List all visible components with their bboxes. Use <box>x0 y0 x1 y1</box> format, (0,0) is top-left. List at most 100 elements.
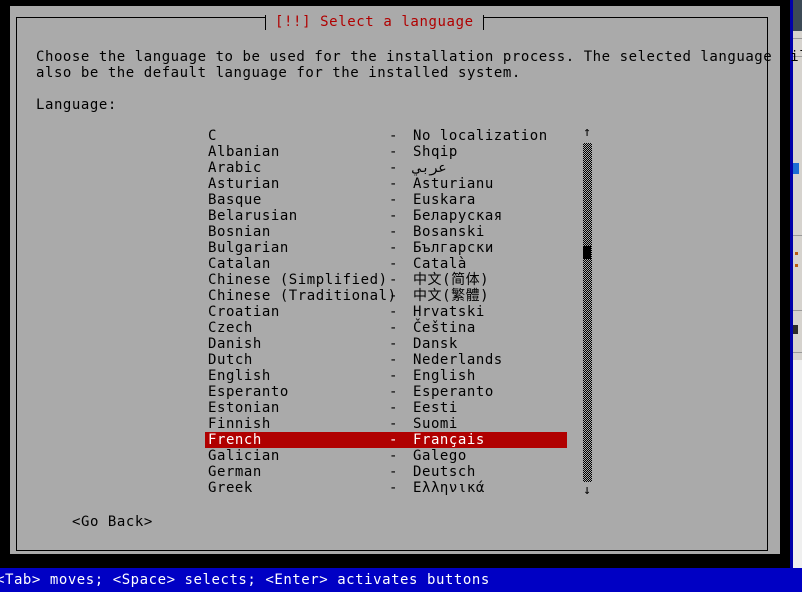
language-name: Bosnian <box>208 224 271 240</box>
scrollbar-thumb[interactable] <box>583 246 591 259</box>
status-bar: <Tab> moves; <Space> selects; <Enter> ac… <box>0 568 802 592</box>
language-name: French <box>208 432 262 448</box>
scroll-down-arrow-icon[interactable]: ↓ <box>580 484 594 498</box>
language-list-item[interactable]: Danish - Dansk <box>205 336 567 352</box>
language-native-name: Asturianu <box>413 176 494 192</box>
go-back-button[interactable]: <Go Back> <box>72 514 153 530</box>
background-window-rule <box>793 38 802 39</box>
language-separator: - <box>389 432 398 448</box>
language-list-item[interactable]: Esperanto - Esperanto <box>205 384 567 400</box>
language-separator: - <box>389 384 398 400</box>
language-list-item[interactable]: Belarusian - Беларуская <box>205 208 567 224</box>
language-native-name: Galego <box>413 448 467 464</box>
scrollbar-track[interactable] <box>583 143 592 482</box>
language-list-item[interactable]: C - No localization <box>205 128 567 144</box>
language-list-item[interactable]: Albanian - Shqip <box>205 144 567 160</box>
language-native-name: Català <box>413 256 467 272</box>
background-window-marker <box>795 264 798 267</box>
language-separator: - <box>389 480 398 496</box>
background-window-marker <box>795 252 798 255</box>
language-native-name: 中文(繁體) <box>413 288 490 304</box>
language-native-name: Български <box>413 240 494 256</box>
language-list-item[interactable]: Asturian - Asturianu <box>205 176 567 192</box>
language-native-name: No localization <box>413 128 548 144</box>
language-name: Estonian <box>208 400 280 416</box>
language-list-item[interactable]: French - Français <box>205 432 567 448</box>
language-separator: - <box>389 272 398 288</box>
language-native-name: Nederlands <box>413 352 503 368</box>
language-native-name: Беларуская <box>413 208 503 224</box>
language-list-item[interactable]: Basque - Euskara <box>205 192 567 208</box>
language-name: Croatian <box>208 304 280 320</box>
language-name: Albanian <box>208 144 280 160</box>
language-list-item[interactable]: Finnish - Suomi <box>205 416 567 432</box>
background-window-sliver[interactable] <box>793 0 802 592</box>
page-title: [!!] Select a language <box>275 14 474 30</box>
desktop-background: [!!] Select a language Choose the langua… <box>0 0 802 592</box>
language-name: Dutch <box>208 352 253 368</box>
language-list-item[interactable]: Bosnian - Bosanski <box>205 224 567 240</box>
language-separator: - <box>389 464 398 480</box>
language-native-name: Deutsch <box>413 464 476 480</box>
language-list-item[interactable]: Croatian - Hrvatski <box>205 304 567 320</box>
language-list-item[interactable]: Czech - Čeština <box>205 320 567 336</box>
language-list-scrollbar[interactable]: ↑ ↓ <box>580 126 594 498</box>
language-list-item[interactable]: Galician - Galego <box>205 448 567 464</box>
language-list-item[interactable]: Estonian - Eesti <box>205 400 567 416</box>
language-list-item[interactable]: Chinese (Traditional) - 中文(繁體) <box>205 288 567 304</box>
language-native-name: Shqip <box>413 144 458 160</box>
language-separator: - <box>389 336 398 352</box>
language-native-name: Français <box>413 432 485 448</box>
language-separator: - <box>389 288 398 304</box>
background-window-rule <box>793 352 802 353</box>
language-native-name: 中文(简体) <box>413 272 490 288</box>
language-separator: - <box>389 224 398 240</box>
language-list-item[interactable]: Dutch - Nederlands <box>205 352 567 368</box>
dialog-title-bar: [!!] Select a language <box>265 12 484 32</box>
language-separator: - <box>389 368 398 384</box>
language-name: Catalan <box>208 256 271 272</box>
language-name: German <box>208 464 262 480</box>
language-name: Chinese (Traditional) <box>208 288 397 304</box>
language-name: Arabic <box>208 160 262 176</box>
background-window-panel <box>793 360 802 570</box>
language-native-name: Hrvatski <box>413 304 485 320</box>
language-name: Esperanto <box>208 384 289 400</box>
language-list-item[interactable]: Bulgarian - Български <box>205 240 567 256</box>
language-native-name: Dansk <box>413 336 458 352</box>
background-window-rule <box>793 235 802 236</box>
language-list-item[interactable]: Catalan - Català <box>205 256 567 272</box>
language-list-item[interactable]: Greek - Ελληνικά <box>205 480 567 496</box>
language-separator: - <box>389 128 398 144</box>
language-separator: - <box>389 256 398 272</box>
language-name: Chinese (Simplified) <box>208 272 388 288</box>
language-separator: - <box>389 192 398 208</box>
language-name: English <box>208 368 271 384</box>
language-separator: - <box>389 448 398 464</box>
description-line-2: also be the default language for the ins… <box>36 65 521 81</box>
background-window-titlebar <box>793 0 802 31</box>
language-separator: - <box>389 240 398 256</box>
language-list-item[interactable]: Chinese (Simplified) - 中文(简体) <box>205 272 567 288</box>
language-native-name: Čeština <box>413 320 476 336</box>
language-separator: - <box>389 352 398 368</box>
language-separator: - <box>389 144 398 160</box>
language-separator: - <box>389 160 398 176</box>
language-native-name: Suomi <box>413 416 458 432</box>
language-name: Czech <box>208 320 253 336</box>
language-name: Danish <box>208 336 262 352</box>
language-list[interactable]: C - No localization Albanian - Shqip Arabic - عر… <box>205 128 567 496</box>
language-native-name: Eesti <box>413 400 458 416</box>
language-list-item[interactable]: German - Deutsch <box>205 464 567 480</box>
language-name: Greek <box>208 480 253 496</box>
language-list-item[interactable]: Arabic - عربي <box>205 160 567 176</box>
background-window-accent <box>793 163 799 174</box>
language-name: Finnish <box>208 416 271 432</box>
language-list-item[interactable]: English - English <box>205 368 567 384</box>
language-name: Belarusian <box>208 208 298 224</box>
language-separator: - <box>389 416 398 432</box>
scroll-up-arrow-icon[interactable]: ↑ <box>580 126 594 140</box>
language-name: Galician <box>208 448 280 464</box>
language-name: C <box>208 128 217 144</box>
language-field-label: Language: <box>36 97 117 113</box>
